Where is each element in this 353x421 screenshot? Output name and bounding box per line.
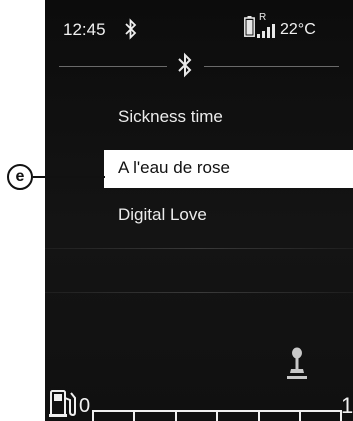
header-divider-right	[204, 66, 339, 67]
fuel-gauge-scale	[92, 410, 342, 421]
roaming-indicator: R	[259, 12, 267, 23]
bluetooth-icon	[125, 18, 137, 40]
callout-leader-line	[33, 176, 105, 178]
gear-shift-icon	[287, 347, 307, 379]
status-bar: 12:45 R 22°C	[45, 0, 353, 56]
clock: 12:45	[63, 20, 106, 39]
bluetooth-source-icon	[178, 52, 192, 78]
track-item[interactable]: Sickness time	[118, 107, 223, 127]
gauge-min-label: 0	[79, 395, 91, 417]
head-unit-screen: 12:45 R 22°C Sickness time A l'eau de ro…	[45, 0, 353, 421]
gauge-max-label: 1	[341, 393, 353, 418]
callout-marker: e	[7, 164, 33, 190]
header-divider-left	[59, 66, 167, 67]
selected-track-item[interactable]: A l'eau de rose	[118, 158, 230, 178]
list-separator	[45, 292, 353, 293]
signal-strength-icon	[257, 24, 275, 38]
outside-temperature: 22°C	[280, 21, 316, 38]
fuel-pump-icon	[49, 390, 76, 417]
list-separator	[45, 248, 353, 249]
track-item[interactable]: Digital Love	[118, 205, 207, 225]
phone-battery-icon	[244, 16, 255, 37]
